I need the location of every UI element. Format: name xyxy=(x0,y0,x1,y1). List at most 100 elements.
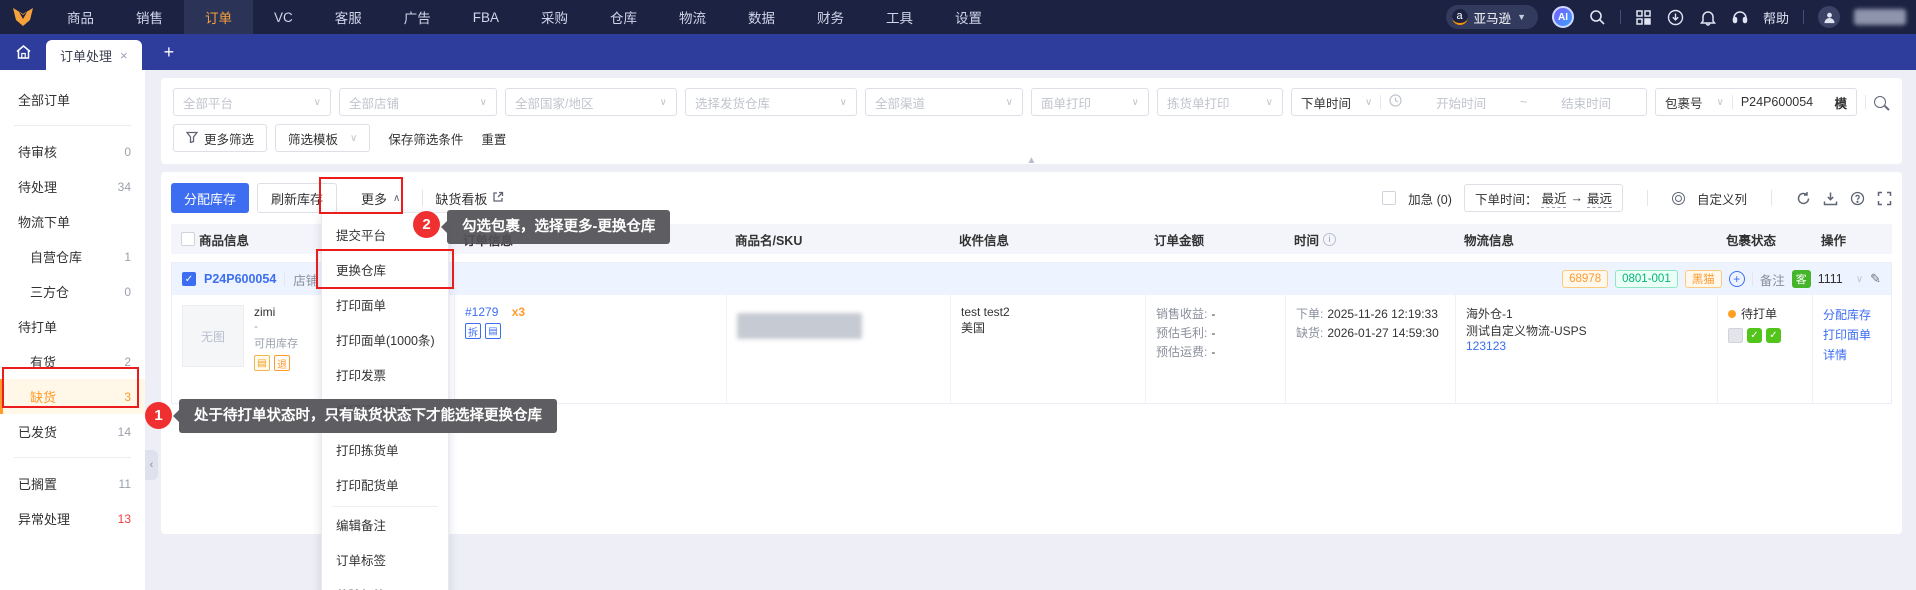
sidebar-item-label: 已发货 xyxy=(18,425,58,440)
support-headset-icon[interactable] xyxy=(1731,8,1749,26)
nav-item-finance[interactable]: 财务 xyxy=(796,0,865,34)
nav-item-warehouse[interactable]: 仓库 xyxy=(589,0,658,34)
apps-grid-icon[interactable] xyxy=(1635,8,1653,26)
package-no-input[interactable]: P24P600054 xyxy=(1741,95,1827,109)
app-logo-icon[interactable] xyxy=(0,7,46,27)
start-time-input[interactable]: 开始时间 xyxy=(1410,93,1512,112)
close-icon[interactable]: × xyxy=(120,48,128,63)
action-print-label[interactable]: 打印面单 xyxy=(1823,325,1881,345)
nav-item-settings[interactable]: 设置 xyxy=(934,0,1003,34)
menu-item-print-picking-list[interactable]: 打印拣货单 xyxy=(322,434,448,469)
edit-note-icon[interactable]: ✎ xyxy=(1870,271,1881,287)
save-filter-link[interactable]: 保存筛选条件 xyxy=(388,129,463,148)
label-print-select[interactable]: 面单打印 ∨ xyxy=(1031,88,1149,116)
reset-filter-link[interactable]: 重置 xyxy=(481,129,506,148)
oos-dashboard-link[interactable]: 缺货看板 xyxy=(435,189,504,208)
action-details[interactable]: 详情 xyxy=(1823,345,1881,365)
order-tag[interactable]: 0801-001 xyxy=(1615,270,1678,288)
user-avatar-icon[interactable] xyxy=(1818,6,1840,28)
package-doc-icon[interactable]: ▤ xyxy=(485,323,501,339)
order-checkbox[interactable]: ✓ xyxy=(182,272,196,286)
order-tag[interactable]: 68978 xyxy=(1562,270,1609,288)
nav-item-service[interactable]: 客服 xyxy=(314,0,383,34)
count-badge: 11 xyxy=(118,476,131,491)
menu-item-print-allocation-list[interactable]: 打印配货单 xyxy=(322,469,448,504)
end-time-input[interactable]: 结束时间 xyxy=(1535,93,1637,112)
country-select[interactable]: 全部国家/地区 ∨ xyxy=(505,88,677,116)
filter-template-button[interactable]: 筛选模板 ∨ xyxy=(275,124,371,152)
menu-item-print-label-1000[interactable]: 打印面单(1000条) xyxy=(322,324,448,359)
nav-item-vc[interactable]: VC xyxy=(253,0,314,34)
time-type-select[interactable]: 下单时间 xyxy=(1301,93,1351,112)
channel-select[interactable]: 全部渠道 ∨ xyxy=(865,88,1023,116)
order-tag[interactable]: 黑猫 xyxy=(1684,270,1722,288)
menu-item-remove-tags[interactable]: 移除标签 xyxy=(322,579,448,590)
sort-from[interactable]: 最近 xyxy=(1541,188,1567,208)
sidebar-item-pending-process[interactable]: 待处理 34 xyxy=(0,169,145,204)
custom-columns-button[interactable]: 自定义列 xyxy=(1697,189,1747,208)
sidebar-item-all-orders[interactable]: 全部订单 xyxy=(0,82,145,117)
urgent-checkbox[interactable] xyxy=(1382,191,1397,205)
col-product-sku: 商品名/SKU xyxy=(735,233,803,248)
assign-stock-button[interactable]: 分配库存 xyxy=(171,183,250,213)
order-item-id-link[interactable]: #1279 xyxy=(465,305,498,319)
order-number-link[interactable]: P24P600054 xyxy=(204,272,276,286)
ai-assistant-button[interactable]: AI xyxy=(1551,6,1574,28)
nav-item-logistics[interactable]: 物流 xyxy=(658,0,727,34)
sidebar-item-exceptions[interactable]: 异常处理 13 xyxy=(0,501,145,536)
action-assign-stock[interactable]: 分配库存 xyxy=(1823,305,1881,325)
sidebar-item-pending-review[interactable]: 待审核 0 xyxy=(0,134,145,169)
menu-item-print-invoice[interactable]: 打印发票 xyxy=(322,359,448,394)
nav-item-fba[interactable]: FBA xyxy=(452,0,520,34)
package-no-select[interactable]: 包裹号 xyxy=(1665,93,1703,112)
sidebar-item-on-hold[interactable]: 已搁置 11 xyxy=(0,466,145,501)
export-icon[interactable] xyxy=(1823,191,1838,206)
picking-print-select[interactable]: 拣货单打印 ∨ xyxy=(1157,88,1283,116)
refresh-icon[interactable] xyxy=(1796,191,1811,206)
tab-order-processing[interactable]: 订单处理 × xyxy=(46,40,142,70)
help-link[interactable]: 帮助 xyxy=(1763,8,1789,27)
sidebar-item-shipped[interactable]: 已发货 14 xyxy=(0,414,145,449)
check-icon: ✓ xyxy=(1747,328,1762,343)
sort-order-button[interactable]: 下单时间： 最近 → 最远 xyxy=(1463,184,1623,212)
nav-item-products[interactable]: 商品 xyxy=(46,0,115,34)
shop-select[interactable]: 全部店铺 ∨ xyxy=(339,88,497,116)
package-search-filter[interactable]: 包裹号 ∨ P24P600054 模 xyxy=(1655,88,1857,116)
menu-item-order-tags[interactable]: 订单标签 xyxy=(322,544,448,579)
chevron-down-icon[interactable]: ∨ xyxy=(1856,274,1863,285)
notifications-bell-icon[interactable] xyxy=(1699,8,1717,26)
more-filters-button[interactable]: 更多筛选 xyxy=(173,124,268,152)
nav-item-purchase[interactable]: 采购 xyxy=(520,0,589,34)
nav-item-tools[interactable]: 工具 xyxy=(865,0,934,34)
order-time-range-filter[interactable]: 下单时间 ∨ 开始时间 ~ 结束时间 xyxy=(1291,88,1647,116)
menu-item-print-label[interactable]: 打印面单 xyxy=(322,289,448,324)
collapse-filters-icon[interactable]: ▲ xyxy=(1027,155,1037,166)
nav-item-ads[interactable]: 广告 xyxy=(383,0,452,34)
add-tag-icon[interactable]: + xyxy=(1728,271,1745,287)
select-all-checkbox[interactable] xyxy=(181,232,195,246)
nav-item-data[interactable]: 数据 xyxy=(727,0,796,34)
warehouse-select[interactable]: 选择发货仓库 ∨ xyxy=(685,88,857,116)
add-tab-button[interactable]: + xyxy=(164,34,175,70)
sidebar-collapse-handle[interactable]: ‹ xyxy=(145,450,158,480)
help-icon[interactable] xyxy=(1850,191,1865,206)
menu-item-edit-note[interactable]: 编辑备注 xyxy=(322,509,448,544)
nav-item-orders[interactable]: 订单 xyxy=(184,0,253,34)
search-icon[interactable] xyxy=(1588,8,1606,26)
sidebar-group-logistics-order[interactable]: 物流下单 xyxy=(0,204,145,239)
tracking-number-link[interactable]: 123123 xyxy=(1466,339,1707,353)
home-icon[interactable] xyxy=(0,34,46,70)
sidebar-item-own-warehouse[interactable]: 自营仓库 1 xyxy=(0,239,145,274)
fullscreen-icon[interactable] xyxy=(1877,191,1892,206)
platform-select[interactable]: 全部平台 ∨ xyxy=(173,88,331,116)
stock-icon: ▤ xyxy=(254,355,270,371)
sidebar-group-to-print[interactable]: 待打单 xyxy=(0,309,145,344)
fuzzy-search-toggle[interactable]: 模 xyxy=(1834,93,1847,112)
search-icon[interactable] xyxy=(1874,96,1886,108)
split-order-icon[interactable]: 拆 xyxy=(465,323,481,339)
platform-selector[interactable]: a 亚马逊 ▼ xyxy=(1445,5,1538,29)
sort-to[interactable]: 最远 xyxy=(1586,188,1612,208)
nav-item-sales[interactable]: 销售 xyxy=(115,0,184,34)
download-center-icon[interactable] xyxy=(1667,8,1685,26)
sidebar-item-third-party-warehouse[interactable]: 三方仓 0 xyxy=(0,274,145,309)
